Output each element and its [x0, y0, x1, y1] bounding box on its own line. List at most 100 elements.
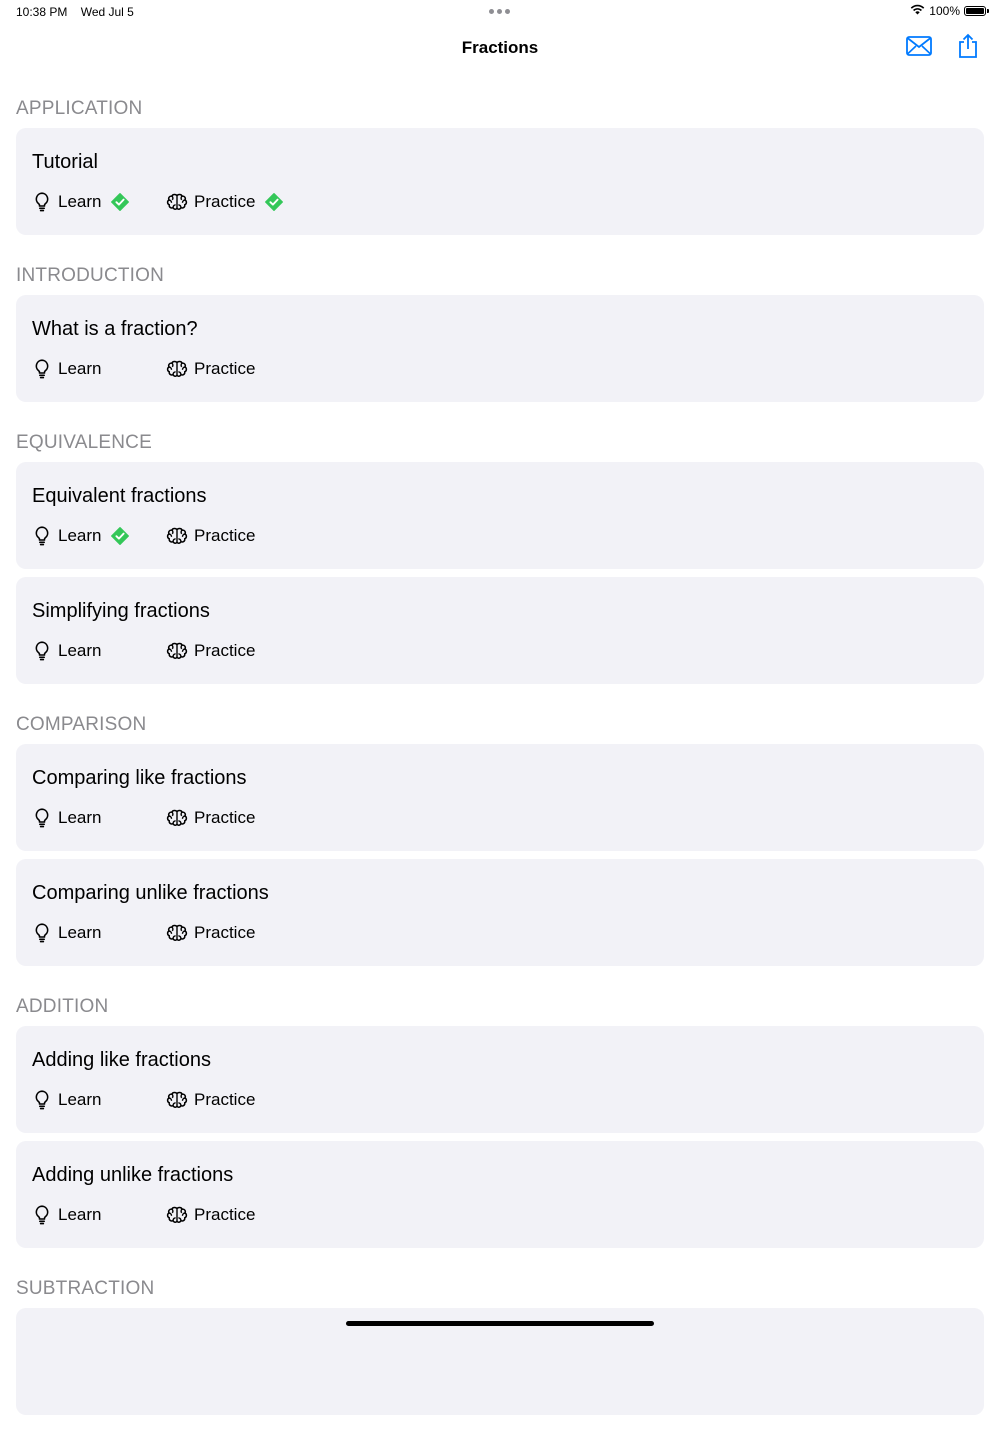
learn-label: Learn [58, 359, 102, 378]
lesson-title: Adding unlike fractions [32, 1164, 234, 1186]
lesson-actions: Learn Practice [32, 806, 255, 830]
lesson-card[interactable]: Adding like fractions Learn Practice [16, 1026, 984, 1133]
mail-button[interactable] [905, 34, 933, 62]
lesson-card[interactable]: Adding unlike fractions Learn Practice [16, 1141, 984, 1248]
practice-button[interactable]: Practice [166, 524, 255, 548]
lesson-list: APPLICATION Tutorial Learn Practice INTRODUC… [16, 90, 984, 1437]
learn-button[interactable]: Learn [32, 639, 166, 663]
lesson-card[interactable]: What is a fraction? Learn Practice [16, 295, 984, 402]
checkmark-seal-icon [111, 193, 130, 211]
wifi-icon [910, 4, 925, 18]
learn-button[interactable]: Learn [32, 357, 166, 381]
section-header: EQUIVALENCE [16, 432, 152, 453]
lesson-actions: Learn Practice [32, 1088, 255, 1112]
lightbulb-icon [32, 1089, 52, 1111]
learn-button[interactable]: Learn [32, 524, 166, 548]
practice-label: Practice [194, 192, 256, 211]
lesson-actions: Learn Practice [32, 524, 255, 548]
status-date: Wed Jul 5 [80, 5, 134, 19]
section-header: APPLICATION [16, 98, 143, 119]
learn-button[interactable]: Learn [32, 1088, 166, 1112]
lightbulb-icon [32, 1204, 52, 1226]
section-addition: ADDITION Adding like fractions Learn Practi… [16, 988, 984, 1248]
practice-label: Practice [194, 923, 256, 942]
lesson-card[interactable]: Comparing unlike fractions Learn Practice [16, 859, 984, 966]
lightbulb-icon [32, 807, 52, 829]
lesson-actions: Learn Practice [32, 639, 255, 663]
lesson-actions: Learn Practice [32, 357, 255, 381]
brain-icon [166, 807, 188, 829]
practice-button[interactable]: Practice [166, 806, 255, 830]
status-time: 10:38 PM [16, 5, 68, 19]
section-comparison: COMPARISON Comparing like fractions Learn P… [16, 706, 984, 966]
lesson-title: Equivalent fractions [32, 485, 207, 507]
lesson-card[interactable]: Tutorial Learn Practice [16, 128, 984, 235]
learn-label: Learn [58, 923, 102, 942]
battery-icon [964, 6, 989, 16]
section-introduction: INTRODUCTION What is a fraction? Learn Prac… [16, 257, 984, 402]
learn-label: Learn [58, 526, 102, 545]
lesson-title: Tutorial [32, 151, 98, 173]
status-left: 10:38 PM Wed Jul 5 [16, 5, 144, 19]
section-header: ADDITION [16, 996, 109, 1017]
lesson-actions: Learn Practice [32, 190, 284, 214]
practice-label: Practice [194, 526, 256, 545]
section-application: APPLICATION Tutorial Learn Practice [16, 90, 984, 235]
brain-icon [166, 525, 188, 547]
learn-label: Learn [58, 808, 102, 827]
practice-button[interactable]: Practice [166, 921, 255, 945]
lightbulb-icon [32, 922, 52, 944]
lightbulb-icon [32, 525, 52, 547]
practice-button[interactable]: Practice [166, 190, 284, 214]
checkmark-seal-icon [265, 193, 284, 211]
checkmark-seal-icon [111, 527, 130, 545]
section-header: INTRODUCTION [16, 265, 165, 286]
practice-button[interactable]: Practice [166, 357, 255, 381]
section-header: SUBTRACTION [16, 1278, 155, 1299]
learn-button[interactable]: Learn [32, 190, 166, 214]
lightbulb-icon [32, 191, 52, 213]
battery-percent: 100% [929, 4, 960, 18]
learn-button[interactable]: Learn [32, 806, 166, 830]
multitasking-dots-icon[interactable] [489, 9, 510, 14]
section-subtraction: SUBTRACTION [16, 1270, 984, 1415]
practice-label: Practice [194, 359, 256, 378]
lesson-title: Comparing like fractions [32, 767, 247, 789]
page-title: Fractions [461, 38, 539, 57]
learn-label: Learn [58, 641, 102, 660]
brain-icon [166, 922, 188, 944]
lesson-title: Simplifying fractions [32, 600, 210, 622]
lesson-actions: Learn Practice [32, 921, 255, 945]
status-right: 100% [910, 4, 989, 18]
practice-button[interactable]: Practice [166, 1203, 255, 1227]
envelope-icon [906, 35, 932, 61]
lesson-actions: Learn Practice [32, 1203, 255, 1227]
lightbulb-icon [32, 640, 52, 662]
lesson-title: What is a fraction? [32, 318, 198, 340]
lesson-card[interactable]: Equivalent fractions Learn Practice [16, 462, 984, 569]
practice-label: Practice [194, 1090, 256, 1109]
section-equivalence: EQUIVALENCE Equivalent fractions Learn Prac… [16, 424, 984, 684]
brain-icon [166, 1089, 188, 1111]
practice-button[interactable]: Practice [166, 639, 255, 663]
lightbulb-icon [32, 358, 52, 380]
practice-label: Practice [194, 808, 256, 827]
home-indicator[interactable] [346, 1321, 654, 1326]
brain-icon [166, 640, 188, 662]
lesson-title: Adding like fractions [32, 1049, 211, 1071]
learn-button[interactable]: Learn [32, 921, 166, 945]
brain-icon [166, 1204, 188, 1226]
brain-icon [166, 191, 188, 213]
practice-label: Practice [194, 1205, 256, 1224]
learn-button[interactable]: Learn [32, 1203, 166, 1227]
share-icon [957, 33, 979, 64]
lesson-card[interactable]: Simplifying fractions Learn Practice [16, 577, 984, 684]
practice-label: Practice [194, 641, 256, 660]
learn-label: Learn [58, 1090, 102, 1109]
brain-icon [166, 358, 188, 380]
section-header: COMPARISON [16, 714, 147, 735]
practice-button[interactable]: Practice [166, 1088, 255, 1112]
learn-label: Learn [58, 1205, 102, 1224]
lesson-card[interactable]: Comparing like fractions Learn Practice [16, 744, 984, 851]
share-button[interactable] [954, 33, 982, 64]
